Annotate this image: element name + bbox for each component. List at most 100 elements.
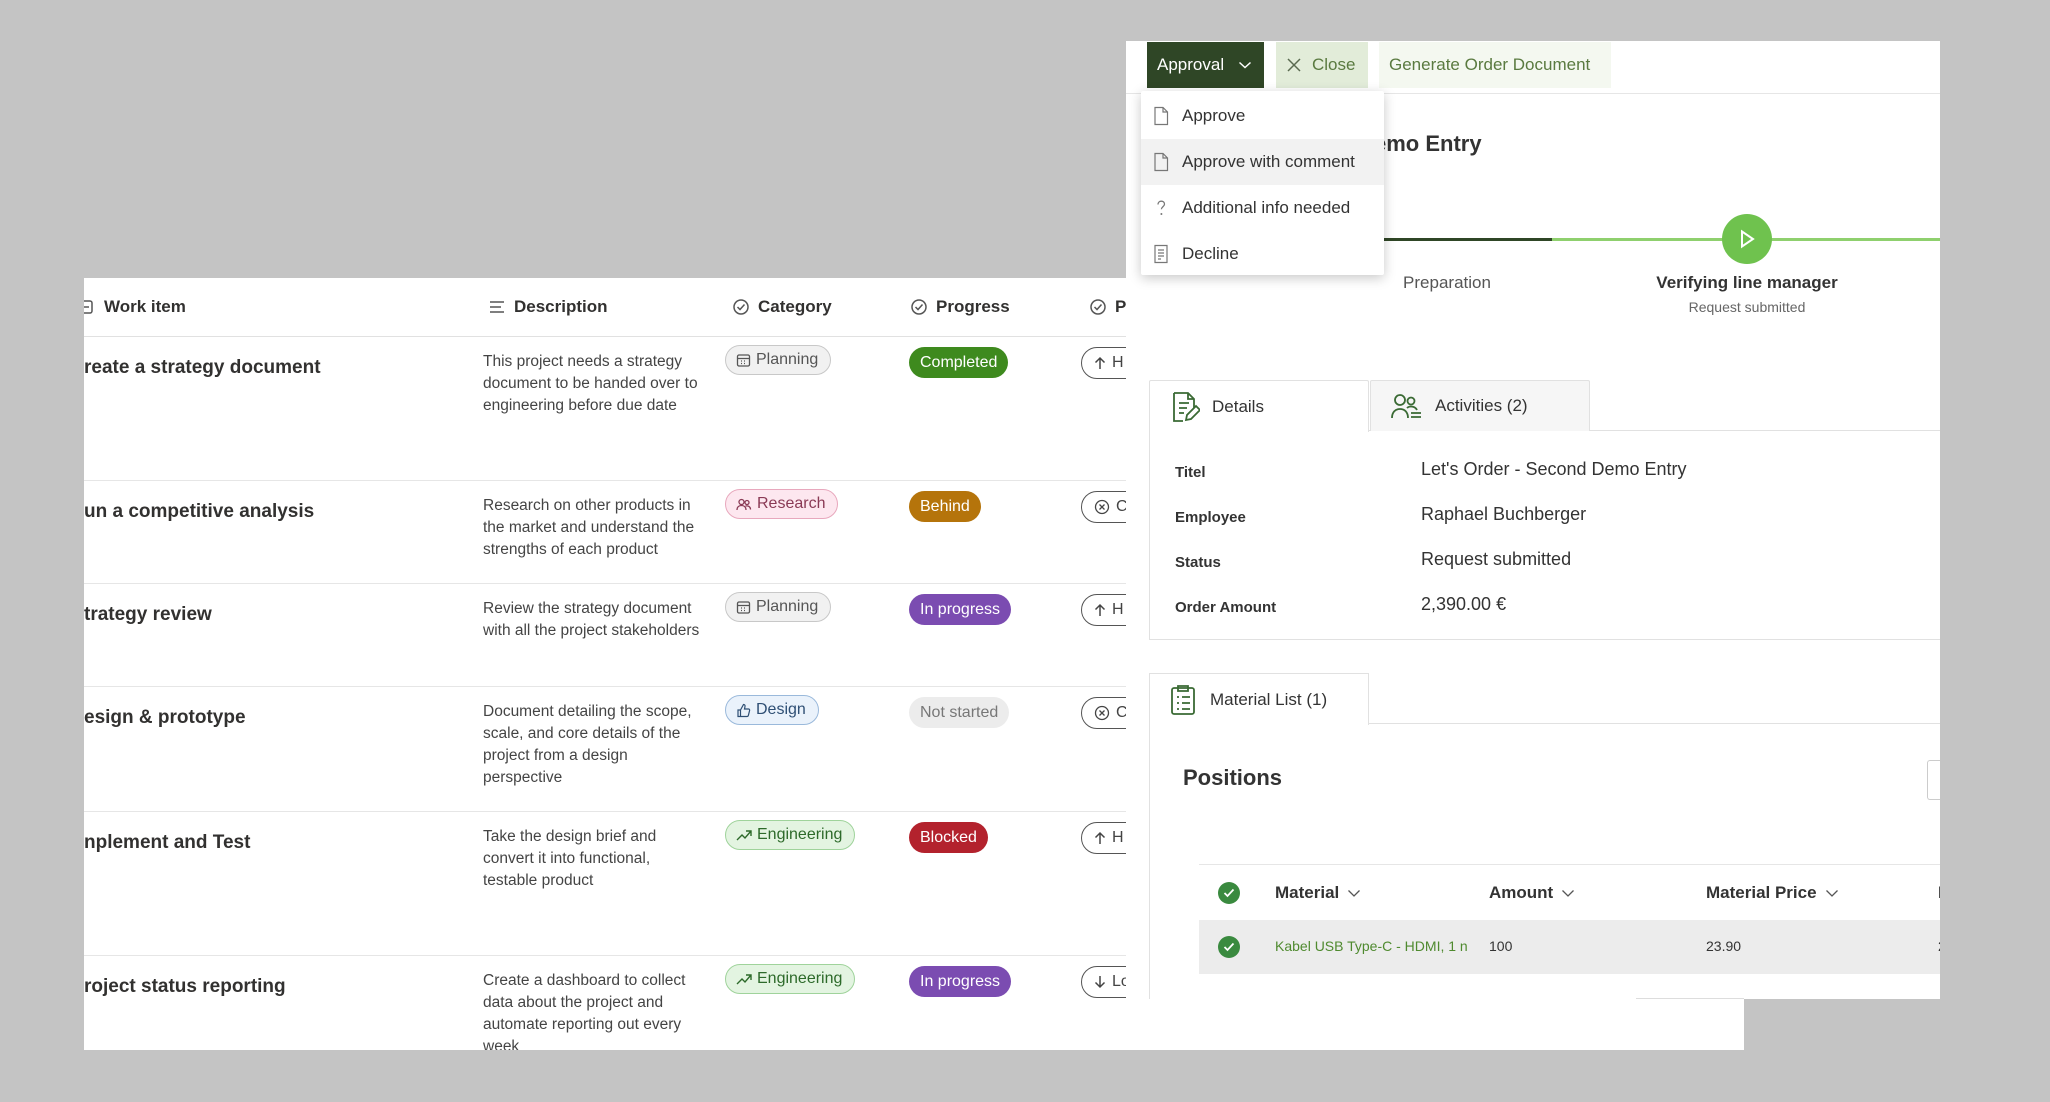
chevron-down-icon — [1562, 889, 1575, 897]
priority-label: H — [1112, 829, 1124, 846]
chevron-down-icon — [1825, 889, 1838, 897]
positions-grid-row[interactable]: Kabel USB Type-C - HDMI, 1 n 100 23.90 2 — [1199, 920, 1940, 974]
work-item-title[interactable]: esign & prototype — [84, 707, 246, 729]
document-edit-icon — [1173, 391, 1200, 422]
work-item-title[interactable]: reate a strategy document — [84, 357, 321, 379]
priority-label: H — [1112, 354, 1124, 371]
field-value-employee[interactable]: Raphael Buchberger — [1421, 504, 1586, 525]
stage-line-completed — [1376, 238, 1552, 241]
menu-item-label: Approve — [1182, 106, 1246, 125]
field-value-titel[interactable]: Let's Order - Second Demo Entry — [1421, 459, 1687, 480]
stage-active-marker[interactable] — [1722, 214, 1772, 264]
menu-item-label: Decline — [1182, 244, 1239, 263]
work-item-title[interactable]: nplement and Test — [84, 832, 250, 854]
stage-active-sublabel: Request submitted — [1688, 299, 1806, 315]
progress-badge: Completed — [909, 347, 1009, 378]
category-label: Research — [757, 495, 826, 512]
category-pill: Planning — [725, 345, 832, 375]
menu-item-label: Approve with comment — [1182, 152, 1355, 171]
tab-material-list[interactable]: Material List (1) — [1149, 673, 1369, 725]
progress-badge: In progress — [909, 594, 1012, 625]
generate-order-document-button[interactable]: Generate Order Document — [1379, 42, 1611, 88]
work-item-description: This project needs a strategy document t… — [483, 353, 698, 414]
tab-label: Details — [1212, 396, 1264, 416]
x-circle-icon — [1094, 705, 1110, 721]
work-item-description: Document detailing the scope, scale, and… — [483, 703, 692, 786]
progress-badge: Blocked — [909, 822, 988, 853]
category-pill: Engineering — [725, 820, 856, 850]
category-pill: Planning — [725, 592, 832, 622]
grid-header-label: L — [1938, 883, 1940, 903]
grid-cell-material-link[interactable]: Kabel USB Type-C - HDMI, 1 n — [1275, 938, 1479, 954]
approval-menu: Approve Approve with comment Additional … — [1141, 91, 1384, 275]
choice-icon — [733, 299, 749, 315]
grid-header-extra[interactable]: L — [1938, 883, 1940, 903]
field-label-order-amount: Order Amount — [1175, 599, 1277, 616]
approval-button[interactable]: Approval — [1147, 42, 1264, 88]
form-tabs: Details Activities (2) — [1149, 380, 1940, 432]
field-value-order-amount[interactable]: 2,390.00 € — [1421, 594, 1506, 615]
column-header-label: P — [1115, 297, 1127, 316]
grid-cell-amount: 100 — [1489, 938, 1513, 954]
grid-header-label: Amount — [1489, 883, 1554, 902]
close-icon — [1287, 58, 1301, 72]
arrow-up-icon — [1094, 356, 1106, 369]
category-label: Design — [756, 701, 806, 718]
tab-activities[interactable]: Activities (2) — [1370, 380, 1590, 431]
checkbox-icon — [84, 300, 93, 314]
trend-icon — [736, 830, 752, 841]
work-item-title[interactable]: roject status reporting — [84, 976, 286, 998]
document-icon — [1154, 106, 1169, 126]
category-label: Engineering — [757, 826, 843, 843]
work-item-title[interactable]: un a competitive analysis — [84, 501, 314, 523]
menu-item-approve-with-comment[interactable]: Approve with comment — [1141, 139, 1384, 185]
choice-icon — [911, 299, 927, 315]
category-pill: Engineering — [725, 964, 856, 994]
grid-header-material-price[interactable]: Material Price — [1706, 883, 1839, 903]
clipboard-list-icon — [1171, 684, 1195, 715]
grid-header-label: Material Price — [1706, 883, 1817, 902]
column-header-label: Description — [514, 297, 608, 316]
tab-label: Material List (1) — [1210, 689, 1328, 709]
grid-header-label: Material — [1275, 883, 1340, 902]
category-label: Planning — [756, 351, 819, 368]
people-icon — [736, 498, 752, 510]
grid-header-material[interactable]: Material — [1275, 883, 1361, 903]
positions-grid-header: Material Amount Material Price L — [1199, 864, 1940, 920]
thumb-icon — [737, 703, 751, 717]
menu-item-label: Additional info needed — [1182, 198, 1351, 217]
positions-title: Positions — [1183, 765, 1283, 790]
question-icon — [1157, 200, 1166, 215]
positions-action-button[interactable] — [1927, 760, 1940, 800]
menu-item-approve[interactable]: Approve — [1141, 93, 1384, 139]
category-label: Planning — [756, 598, 819, 615]
calendar-icon — [736, 600, 751, 614]
tab-details[interactable]: Details — [1149, 380, 1369, 432]
progress-badge: In progress — [909, 966, 1012, 997]
column-header-description[interactable]: Description — [488, 297, 608, 317]
approval-button-label: Approval — [1157, 55, 1225, 74]
column-header-category[interactable]: Category — [732, 297, 832, 317]
grid-cell-material-price: 23.90 — [1706, 938, 1742, 954]
menu-item-decline[interactable]: Decline — [1141, 231, 1384, 277]
column-header-progress[interactable]: Progress — [910, 297, 1010, 317]
material-tabs: Material List (1) — [1149, 673, 1940, 725]
close-button[interactable]: Close — [1276, 42, 1368, 88]
tab-label: Activities (2) — [1435, 396, 1528, 415]
menu-item-additional-info-needed[interactable]: Additional info needed — [1141, 185, 1384, 231]
work-item-title[interactable]: trategy review — [84, 604, 212, 626]
divider — [1636, 998, 1744, 999]
column-header-work-item[interactable]: Work item — [84, 297, 186, 317]
select-all-check-icon[interactable] — [1218, 882, 1240, 904]
chevron-down-icon — [1348, 889, 1361, 897]
trend-icon — [736, 974, 752, 985]
arrow-up-icon — [1094, 831, 1106, 844]
work-item-description: Research on other products in the market… — [483, 497, 695, 558]
priority-label: H — [1112, 601, 1124, 618]
column-header-priority[interactable]: P — [1089, 297, 1126, 317]
grid-header-amount[interactable]: Amount — [1489, 883, 1575, 903]
field-value-status[interactable]: Request submitted — [1421, 549, 1571, 570]
row-check-icon[interactable] — [1218, 936, 1240, 958]
command-bar: Approval Close Generate Order Document — [1126, 41, 1940, 94]
stage-active-label[interactable]: Verifying line manager — [1626, 273, 1868, 293]
